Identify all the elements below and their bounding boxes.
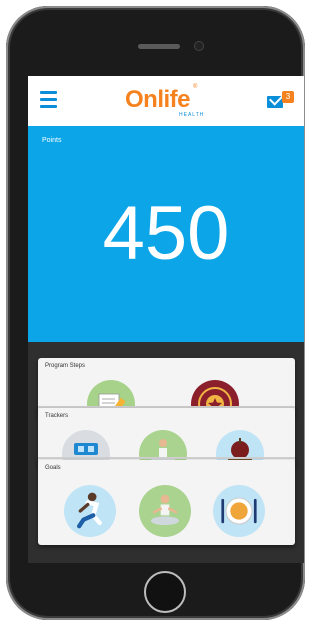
runner-icon — [64, 485, 116, 537]
logo-registered-mark: ® — [193, 84, 198, 90]
menu-icon[interactable] — [40, 91, 57, 111]
phone-frame: Onlife ® HEALTH 3 Points 450 Program Ste… — [6, 6, 305, 620]
message-count-badge: 3 — [282, 91, 294, 103]
card-title: Goals — [45, 465, 61, 471]
cards-stack: Program Steps Trackers Goals — [28, 342, 304, 563]
logo-subtext: HEALTH — [179, 112, 205, 118]
card-divider — [38, 457, 295, 459]
envelope-icon — [267, 96, 283, 108]
onlife-logo: Onlife ® HEALTH — [125, 84, 203, 118]
plate-icon — [213, 485, 265, 537]
speaker-grille — [138, 44, 180, 49]
logo-life-text: life — [157, 86, 191, 113]
points-panel[interactable]: Points 450 — [28, 126, 304, 342]
app-header: Onlife ® HEALTH 3 — [28, 76, 304, 126]
points-label: Points — [42, 137, 62, 144]
card-title: Trackers — [45, 413, 69, 419]
front-camera — [195, 42, 203, 50]
meditation-icon — [139, 485, 191, 537]
app-screen: Onlife ® HEALTH 3 Points 450 Program Ste… — [28, 76, 304, 563]
goals-card[interactable]: Goals — [38, 460, 295, 545]
card-title: Program Steps — [45, 363, 86, 369]
points-value: 450 — [102, 191, 230, 276]
logo-on-text: On — [125, 86, 158, 113]
home-button[interactable] — [144, 571, 186, 613]
